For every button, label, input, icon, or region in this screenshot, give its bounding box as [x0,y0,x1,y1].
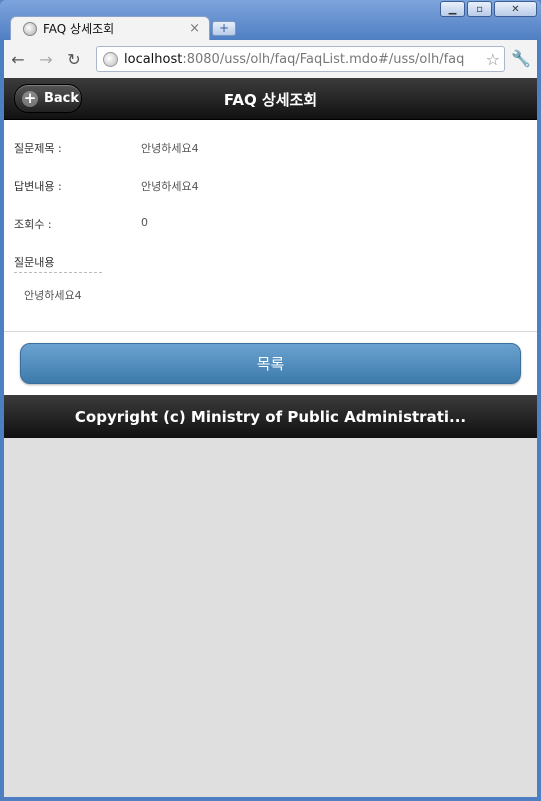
view-count-label: 조회수 : [14,218,52,231]
new-tab-button[interactable]: + [212,21,236,36]
browser-tab[interactable]: FAQ 상세조회 × [10,16,210,40]
page-globe-icon [103,51,118,67]
question-title-label: 질문제목 : [14,142,62,155]
question-content-body: 안녕하세요4 [24,289,82,302]
browser-toolbar: ← → ↻ localhost:8080/uss/olh/faq/FaqList… [4,40,537,78]
list-button[interactable]: 목록 [20,343,521,384]
question-content-label: 질문내용 [14,254,102,273]
back-arrow-icon[interactable]: ← [4,50,32,69]
faq-detail: 질문제목 : 안녕하세요4 답변내용 : 안녕하세요4 조회수 : 0 질문내용… [4,120,537,332]
browser-window: ▁ ▫ ✕ FAQ 상세조회 × + ← → ↻ localhost:8080/… [0,0,541,801]
page-header: + Back FAQ 상세조회 [4,78,537,120]
tab-title: FAQ 상세조회 [43,22,115,36]
question-title-value: 안녕하세요4 [141,142,199,155]
button-area: 목록 [4,332,537,395]
wrench-icon[interactable]: 🔧 [511,49,531,68]
page-footer: Copyright (c) Ministry of Public Adminis… [4,395,537,438]
maximize-button[interactable]: ▫ [467,1,492,17]
detail-row-title: 질문제목 : 안녕하세요4 [4,140,537,178]
reload-icon[interactable]: ↻ [60,50,88,69]
url-host: localhost [124,51,183,67]
detail-row-answer: 답변내용 : 안녕하세요4 [4,178,537,216]
detail-row-views: 조회수 : 0 [4,216,537,254]
answer-label: 답변내용 : [14,180,62,193]
bookmark-star-icon[interactable]: ☆ [485,50,500,69]
address-bar[interactable]: localhost:8080/uss/olh/faq/FaqList.mdo#/… [96,46,505,72]
tab-close-icon[interactable]: × [189,21,200,36]
answer-value: 안녕하세요4 [141,180,199,193]
minimize-button[interactable]: ▁ [440,1,465,17]
globe-icon [23,21,37,36]
url-path: :8080/uss/olh/faq/FaqList.mdo#/uss/olh/f… [182,51,465,67]
forward-arrow-icon[interactable]: → [32,50,60,69]
page-title: FAQ 상세조회 [223,91,318,109]
page-viewport: + Back FAQ 상세조회 질문제목 : 안녕하세요4 답변내용 : 안녕하… [4,78,537,797]
close-window-button[interactable]: ✕ [494,1,537,17]
window-controls: ▁ ▫ ✕ [440,1,537,17]
view-count-value: 0 [141,216,148,229]
